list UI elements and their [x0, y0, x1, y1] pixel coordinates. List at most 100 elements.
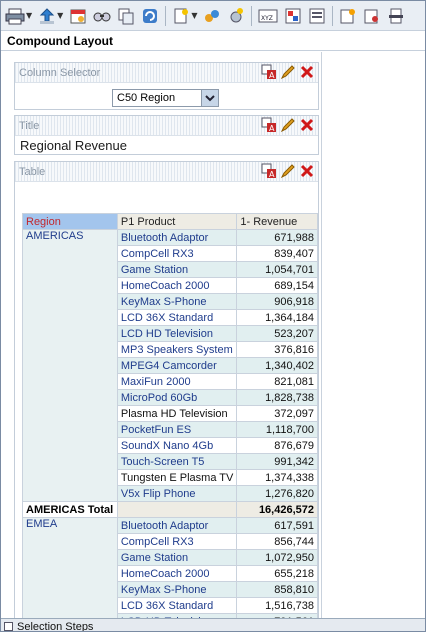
- settings-icon[interactable]: [203, 5, 221, 27]
- revenue-cell: 906,918: [236, 293, 318, 310]
- revenue-cell: 1,516,738: [236, 597, 318, 614]
- product-cell[interactable]: MPEG4 Camcorder: [116, 357, 238, 374]
- page-title: Compound Layout: [7, 34, 113, 48]
- total-value: 16,426,572: [236, 501, 318, 518]
- product-cell[interactable]: V5x Flip Phone: [116, 485, 238, 502]
- revenue-cell: 839,407: [236, 245, 318, 262]
- svg-text:A: A: [269, 71, 275, 80]
- edit-pencil-icon[interactable]: [280, 163, 296, 179]
- edit-pencil-icon[interactable]: [280, 64, 296, 80]
- format-view-icon[interactable]: A: [261, 64, 277, 80]
- column-header-product[interactable]: P1 Product: [116, 213, 238, 230]
- table-view-label: Table: [19, 166, 46, 178]
- revenue-cell: 1,072,950: [236, 549, 318, 566]
- revenue-cell: 821,081: [236, 373, 318, 390]
- product-cell[interactable]: SoundX Nano 4Gb: [116, 437, 238, 454]
- product-cell[interactable]: CompCell RX3: [116, 533, 238, 550]
- revenue-cell: 1,828,738: [236, 389, 318, 406]
- chevron-down-icon[interactable]: [201, 90, 218, 106]
- product-cell[interactable]: MP3 Speakers System: [116, 341, 238, 358]
- toolbar: ▼ ▼ ▼ XYZ: [1, 1, 425, 31]
- product-cell[interactable]: HomeCoach 2000: [116, 277, 238, 294]
- sort-icon[interactable]: [284, 5, 302, 27]
- product-cell[interactable]: Bluetooth Adaptor: [116, 229, 238, 246]
- new-view-icon[interactable]: ▼: [172, 5, 197, 27]
- revenue-cell: 617,591: [236, 517, 318, 534]
- svg-text:A: A: [269, 170, 275, 179]
- revenue-cell: 876,679: [236, 437, 318, 454]
- revenue-cell: 1,118,700: [236, 421, 318, 438]
- region-cell[interactable]: AMERICAS: [22, 229, 118, 502]
- format-view-icon[interactable]: A: [261, 117, 277, 133]
- table-view: Table A Region P1 Product 1- Revenue AMERIC…: [14, 161, 319, 618]
- product-cell[interactable]: MicroPod 60Gb: [116, 389, 238, 406]
- delete-icon[interactable]: [299, 163, 315, 179]
- column-selector-dropdown[interactable]: C50 Region: [112, 89, 219, 107]
- section-icon[interactable]: [308, 5, 326, 27]
- delete-icon[interactable]: [299, 64, 315, 80]
- calendar-icon[interactable]: [69, 5, 87, 27]
- table-row: AMERICAS Bluetooth Adaptor 671,988: [22, 229, 318, 502]
- toolbar-divider-2: [251, 5, 253, 26]
- column-header-revenue[interactable]: 1- Revenue: [236, 213, 318, 230]
- format-view-icon[interactable]: A: [261, 163, 277, 179]
- add-icon[interactable]: [227, 5, 245, 27]
- column-selector-view: Column Selector A C50 Region: [14, 62, 319, 110]
- product-cell[interactable]: CompCell RX3: [116, 245, 238, 262]
- revenue-cell: 991,342: [236, 453, 318, 470]
- filter-icon[interactable]: [387, 5, 405, 27]
- delete-icon[interactable]: [299, 117, 315, 133]
- edit-pencil-icon[interactable]: [280, 117, 296, 133]
- svg-text:XYZ: XYZ: [261, 15, 273, 22]
- product-cell[interactable]: Bluetooth Adaptor: [116, 517, 238, 534]
- print-icon[interactable]: ▼: [5, 5, 32, 27]
- revenue-cell: 1,364,184: [236, 309, 318, 326]
- product-cell[interactable]: PocketFun ES: [116, 421, 238, 438]
- column-selector-header: Column Selector A: [15, 63, 318, 83]
- expand-icon[interactable]: [4, 622, 13, 631]
- revenue-cell: 376,816: [236, 341, 318, 358]
- toolbar-divider: [165, 5, 167, 26]
- title-view-label: Title: [19, 120, 40, 132]
- product-cell[interactable]: Touch-Screen T5: [116, 453, 238, 470]
- revenue-cell: 1,054,701: [236, 261, 318, 278]
- preview-icon[interactable]: [93, 5, 111, 27]
- export-icon[interactable]: ▼: [38, 5, 63, 27]
- revenue-cell: 858,810: [236, 581, 318, 598]
- product-cell[interactable]: Game Station: [116, 549, 238, 566]
- product-cell[interactable]: Tungsten E Plasma TV: [116, 469, 238, 486]
- total-label: AMERICAS Total: [22, 501, 118, 518]
- revenue-cell: 523,207: [236, 325, 318, 342]
- total-spacer: [116, 501, 238, 518]
- selection-steps-label: Selection Steps: [17, 621, 94, 632]
- revenue-cell: 1,276,820: [236, 485, 318, 502]
- revenue-cell: 655,218: [236, 565, 318, 582]
- copy-icon[interactable]: [117, 5, 135, 27]
- xyz-icon[interactable]: XYZ: [258, 5, 278, 27]
- column-header-region[interactable]: Region: [22, 213, 118, 230]
- title-view-header: Title A: [15, 116, 318, 136]
- config-icon[interactable]: [363, 5, 381, 27]
- product-cell[interactable]: KeyMax S-Phone: [116, 293, 238, 310]
- edit-icon[interactable]: [339, 5, 357, 27]
- product-cell[interactable]: Game Station: [116, 261, 238, 278]
- product-cell[interactable]: LCD 36X Standard: [116, 309, 238, 326]
- product-cell[interactable]: KeyMax S-Phone: [116, 581, 238, 598]
- revenue-cell: 856,744: [236, 533, 318, 550]
- region-cell[interactable]: EMEA: [22, 517, 118, 618]
- product-cell[interactable]: MaxiFun 2000: [116, 373, 238, 390]
- view-tools: A: [261, 117, 315, 133]
- revenue-table: Region P1 Product 1- Revenue AMERICAS Blueto…: [22, 213, 318, 618]
- view-tools: A: [261, 64, 315, 80]
- page-header: Compound Layout: [1, 31, 425, 51]
- product-cell[interactable]: Plasma HD Television: [116, 405, 238, 422]
- selection-steps-bar[interactable]: Selection Steps: [1, 618, 425, 632]
- product-cell[interactable]: LCD 36X Standard: [116, 597, 238, 614]
- product-cell[interactable]: HomeCoach 2000: [116, 565, 238, 582]
- layout-canvas: Column Selector A C50 Region Title A Reg…: [1, 52, 425, 618]
- product-cell[interactable]: LCD HD Television: [116, 325, 238, 342]
- column-selector-label: Column Selector: [19, 67, 101, 79]
- table-header-row: Region P1 Product 1- Revenue: [22, 213, 318, 230]
- refresh-icon[interactable]: [141, 5, 159, 27]
- title-view: Title A Regional Revenue: [14, 115, 319, 155]
